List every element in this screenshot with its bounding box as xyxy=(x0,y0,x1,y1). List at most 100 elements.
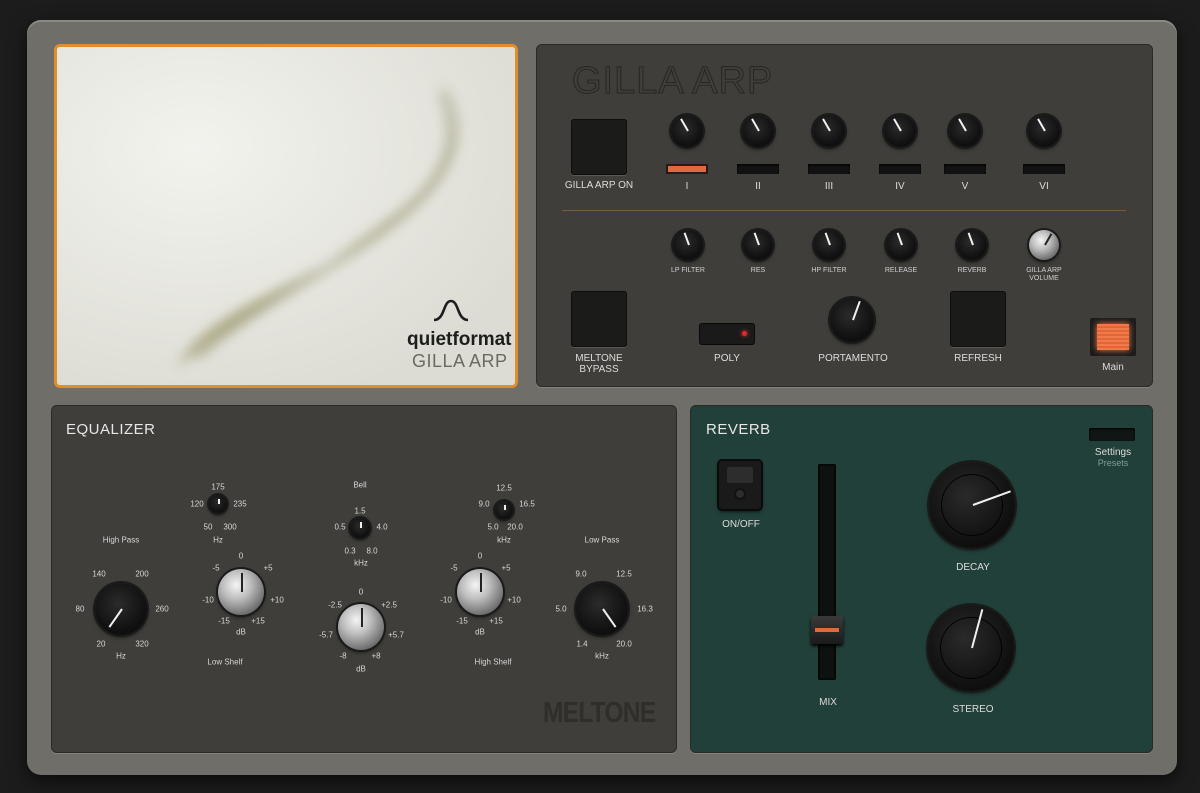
brand-company: quietformat xyxy=(407,329,512,350)
presets-label[interactable]: Presets xyxy=(1098,458,1129,468)
step-label: II xyxy=(755,181,761,192)
eq-tick-label: 5.0 xyxy=(487,522,499,532)
eq-tick-label: 16.5 xyxy=(519,499,535,509)
high-pass-unit: Hz xyxy=(116,651,126,661)
arp-param-label: RELEASE xyxy=(884,267,918,274)
eq-tick-label: +5 xyxy=(263,563,273,573)
step-knob-4[interactable] xyxy=(884,115,916,147)
decay-knob[interactable] xyxy=(929,462,1015,548)
step-toggle-4[interactable] xyxy=(879,164,921,174)
arp-param-knob-4[interactable] xyxy=(886,230,916,260)
eq-tick-label: 120 xyxy=(190,499,204,509)
high-pass-label: High Pass xyxy=(102,535,140,545)
low-shelf-freq-knob[interactable] xyxy=(209,495,227,513)
bell-freq-knob[interactable] xyxy=(350,518,370,538)
eq-tick-label: +15 xyxy=(489,616,503,626)
bell-freq-unit: kHz xyxy=(354,558,368,568)
mix-slider-track[interactable] xyxy=(818,464,836,680)
eq-tick-label: +8 xyxy=(371,651,381,661)
low-shelf-gain-knob[interactable] xyxy=(218,569,264,615)
arp-param-label: LP FILTER xyxy=(671,267,705,274)
eq-tick-label: 320 xyxy=(135,639,149,649)
eq-tick-label: 235 xyxy=(233,499,247,509)
meltone-bypass-button[interactable] xyxy=(571,291,627,347)
eq-tick-label: 80 xyxy=(75,604,85,614)
eq-tick-label: +5.7 xyxy=(388,630,404,640)
high-shelf-freq-knob[interactable] xyxy=(495,501,513,519)
low-pass-unit: kHz xyxy=(595,651,609,661)
high-pass-knob[interactable] xyxy=(95,583,147,635)
step-knob-3[interactable] xyxy=(813,115,845,147)
arp-param-knob-3[interactable] xyxy=(814,230,844,260)
poly-label: POLY xyxy=(714,353,740,364)
eq-tick-label: -8 xyxy=(339,651,347,661)
step-toggle-6[interactable] xyxy=(1023,164,1065,174)
eq-tick-label: 9.0 xyxy=(478,499,490,509)
eq-tick-label: -15 xyxy=(218,616,230,626)
bell-label: Bell xyxy=(353,480,367,490)
eq-tick-label: 5.0 xyxy=(555,604,567,614)
reverb-title: REVERB xyxy=(706,421,771,438)
eq-tick-label: 50 xyxy=(203,522,213,532)
step-label: I xyxy=(685,181,689,192)
settings-label: Settings xyxy=(1094,447,1132,458)
high-shelf-gain-knob[interactable] xyxy=(457,569,503,615)
step-toggle-2[interactable] xyxy=(737,164,779,174)
portamento-knob[interactable] xyxy=(830,298,874,342)
eq-tick-label: +10 xyxy=(270,595,284,605)
step-knob-6[interactable] xyxy=(1028,115,1060,147)
eq-tick-label: 20.0 xyxy=(507,522,523,532)
step-toggle-5[interactable] xyxy=(944,164,986,174)
arp-param-knob-6[interactable] xyxy=(1029,230,1059,260)
mix-label: MIX xyxy=(819,697,837,708)
meltone-brand: MELTONE xyxy=(543,697,656,729)
eq-tick-label: -10 xyxy=(440,595,452,605)
step-toggle-3[interactable] xyxy=(808,164,850,174)
settings-button[interactable] xyxy=(1089,428,1135,441)
eq-tick-label: 16.3 xyxy=(637,604,653,614)
eq-tick-label: 140 xyxy=(92,569,106,579)
step-knob-5[interactable] xyxy=(949,115,981,147)
eq-tick-label: 0.5 xyxy=(334,522,346,532)
eq-tick-label: 12.5 xyxy=(496,483,512,493)
arp-param-knob-1[interactable] xyxy=(673,230,703,260)
arp-on-button[interactable] xyxy=(571,119,627,175)
meltone-bypass-label: MELTONE BYPASS xyxy=(575,353,623,375)
bell-gain-knob[interactable] xyxy=(338,604,384,650)
poly-switch[interactable] xyxy=(700,324,754,344)
arp-param-label: REVERB xyxy=(957,267,987,274)
arp-on-label: GILLA ARP ON xyxy=(564,180,634,191)
eq-tick-label: 20.0 xyxy=(616,639,632,649)
step-knob-1[interactable] xyxy=(671,115,703,147)
reverb-onoff-switch[interactable] xyxy=(719,461,761,509)
arp-param-knob-5[interactable] xyxy=(957,230,987,260)
eq-tick-label: -2.5 xyxy=(328,600,342,610)
eq-tick-label: 9.0 xyxy=(575,569,587,579)
arp-divider xyxy=(562,210,1126,211)
main-button[interactable] xyxy=(1090,318,1136,356)
refresh-label: REFRESH xyxy=(954,353,1002,364)
step-label: IV xyxy=(895,181,905,192)
eq-tick-label: -10 xyxy=(202,595,214,605)
step-label: III xyxy=(824,181,834,192)
brand-product: GILLA ARP xyxy=(412,351,508,371)
eq-tick-label: 0 xyxy=(238,551,244,561)
poly-led-icon xyxy=(742,331,747,336)
low-shelf-gain-unit: dB xyxy=(236,627,246,637)
eq-tick-label: 1.4 xyxy=(576,639,588,649)
portamento-label: PORTAMENTO xyxy=(818,353,888,364)
step-toggle-1[interactable] xyxy=(666,164,708,174)
stereo-knob[interactable] xyxy=(928,605,1014,691)
low-pass-knob[interactable] xyxy=(576,583,628,635)
step-label: V xyxy=(961,181,969,192)
step-knob-2[interactable] xyxy=(742,115,774,147)
mix-slider-handle[interactable] xyxy=(811,616,843,645)
arp-title: GILLA ARP xyxy=(571,60,774,103)
arp-param-knob-2[interactable] xyxy=(743,230,773,260)
eq-tick-label: 1.5 xyxy=(354,506,366,516)
refresh-button[interactable] xyxy=(950,291,1006,347)
eq-tick-label: 0 xyxy=(358,587,364,597)
reverb-onoff-label: ON/OFF xyxy=(722,519,760,530)
eq-tick-label: -5 xyxy=(212,563,220,573)
arp-param-label: HP FILTER xyxy=(811,267,847,274)
